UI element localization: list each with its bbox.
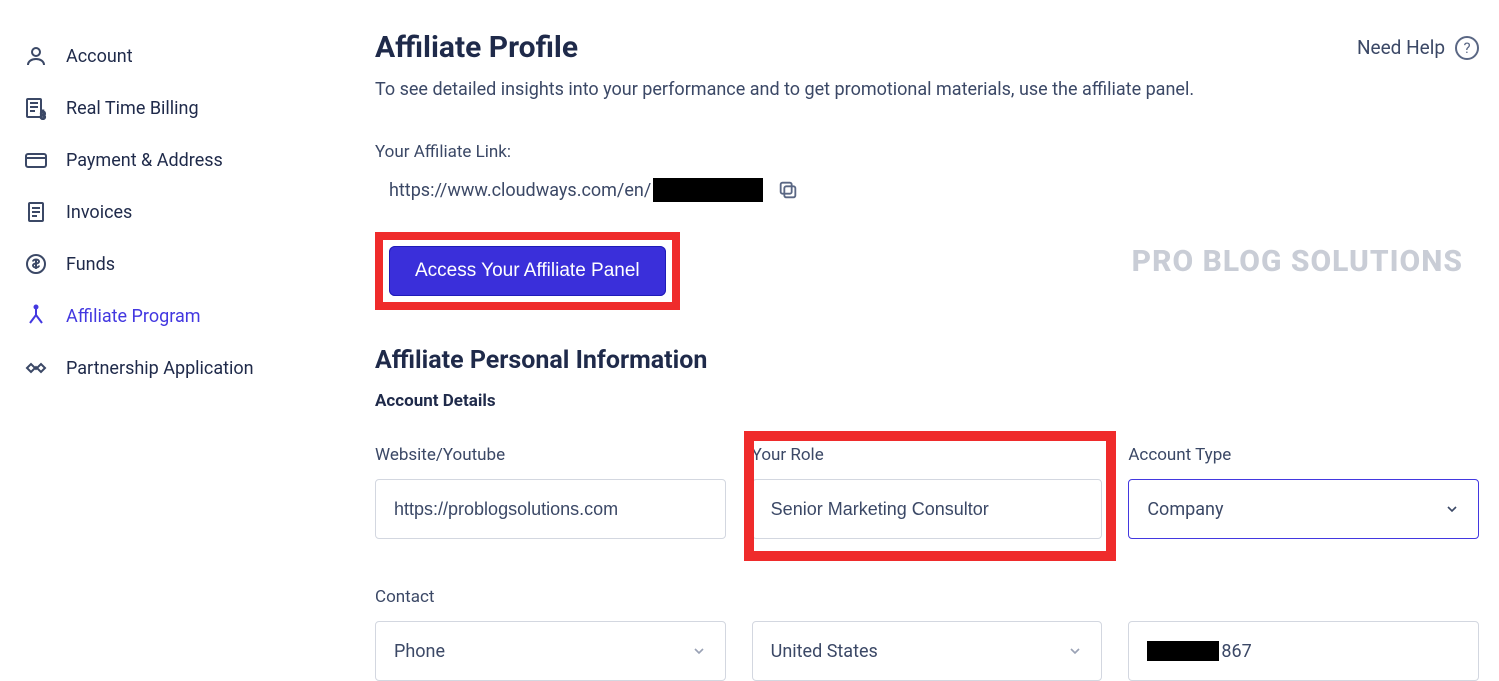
sidebar-item-funds[interactable]: Funds	[24, 238, 355, 290]
redacted-block	[1147, 641, 1219, 661]
dollar-icon	[24, 252, 48, 276]
sidebar-item-invoices[interactable]: Invoices	[24, 186, 355, 238]
website-group: Website/Youtube	[375, 445, 726, 539]
account-type-select[interactable]: Company	[1128, 479, 1479, 539]
person-icon	[24, 44, 48, 68]
main-content: Affiliate Profile Need Help ? To see det…	[355, 0, 1499, 681]
billing-icon: $	[24, 96, 48, 120]
handshake-icon	[24, 356, 48, 380]
section-subtitle: Account Details	[375, 391, 1479, 411]
account-type-label: Account Type	[1128, 445, 1479, 465]
invoice-icon	[24, 200, 48, 224]
affiliate-link-row: https://www.cloudways.com/en/	[375, 178, 1479, 202]
spacer-label	[1128, 587, 1479, 607]
help-label: Need Help	[1357, 36, 1445, 59]
phone-group: 867	[1128, 587, 1479, 681]
affiliate-link-label: Your Affiliate Link:	[375, 142, 1479, 162]
country-group: United States	[752, 587, 1103, 681]
chevron-down-icon	[1444, 501, 1460, 517]
website-input[interactable]	[375, 479, 726, 539]
help-link[interactable]: Need Help ?	[1357, 36, 1479, 60]
sidebar-item-affiliate[interactable]: Affiliate Program	[24, 290, 355, 342]
chevron-down-icon	[691, 643, 707, 659]
sidebar-item-label: Affiliate Program	[66, 306, 201, 327]
sidebar-item-label: Account	[66, 46, 133, 67]
role-input[interactable]	[752, 479, 1103, 539]
sidebar-item-label: Partnership Application	[66, 358, 254, 379]
card-icon	[24, 148, 48, 172]
sidebar-item-label: Funds	[66, 254, 115, 275]
sidebar-item-billing[interactable]: $ Real Time Billing	[24, 82, 355, 134]
phone-input[interactable]: 867	[1128, 621, 1479, 681]
watermark: PRO BLOG SOLUTIONS	[1132, 244, 1463, 279]
page-title: Affiliate Profile	[375, 30, 578, 65]
contact-group: Contact Phone	[375, 587, 726, 681]
svg-text:$: $	[40, 109, 46, 120]
phone-suffix: 867	[1221, 641, 1251, 662]
country-value: United States	[771, 641, 878, 662]
page-subtitle: To see detailed insights into your perfo…	[375, 79, 1479, 100]
contact-select[interactable]: Phone	[375, 621, 726, 681]
section-title: Affiliate Personal Information	[375, 346, 1479, 375]
sidebar-item-account[interactable]: Account	[24, 30, 355, 82]
sidebar-item-partnership[interactable]: Partnership Application	[24, 342, 355, 394]
website-label: Website/Youtube	[375, 445, 726, 465]
chevron-down-icon	[1067, 643, 1083, 659]
question-icon: ?	[1455, 36, 1479, 60]
merge-icon	[24, 304, 48, 328]
sidebar-item-label: Invoices	[66, 202, 132, 223]
redacted-block	[653, 178, 763, 202]
country-select[interactable]: United States	[752, 621, 1103, 681]
affiliate-link-text: https://www.cloudways.com/en/	[375, 178, 763, 202]
role-label: Your Role	[752, 445, 1103, 465]
panel-button-highlight: Access Your Affiliate Panel	[375, 232, 680, 310]
account-type-group: Account Type Company	[1128, 445, 1479, 539]
spacer-label	[752, 587, 1103, 607]
sidebar: Account $ Real Time Billing Payment & Ad…	[0, 0, 355, 681]
sidebar-item-label: Payment & Address	[66, 150, 223, 171]
contact-value: Phone	[394, 641, 445, 662]
sidebar-item-payment[interactable]: Payment & Address	[24, 134, 355, 186]
account-type-value: Company	[1147, 499, 1223, 520]
sidebar-item-label: Real Time Billing	[66, 98, 199, 119]
affiliate-link-prefix: https://www.cloudways.com/en/	[389, 180, 651, 201]
contact-label: Contact	[375, 587, 726, 607]
role-group: Your Role	[752, 445, 1103, 539]
copy-icon[interactable]	[777, 179, 799, 201]
access-panel-button[interactable]: Access Your Affiliate Panel	[389, 246, 666, 296]
